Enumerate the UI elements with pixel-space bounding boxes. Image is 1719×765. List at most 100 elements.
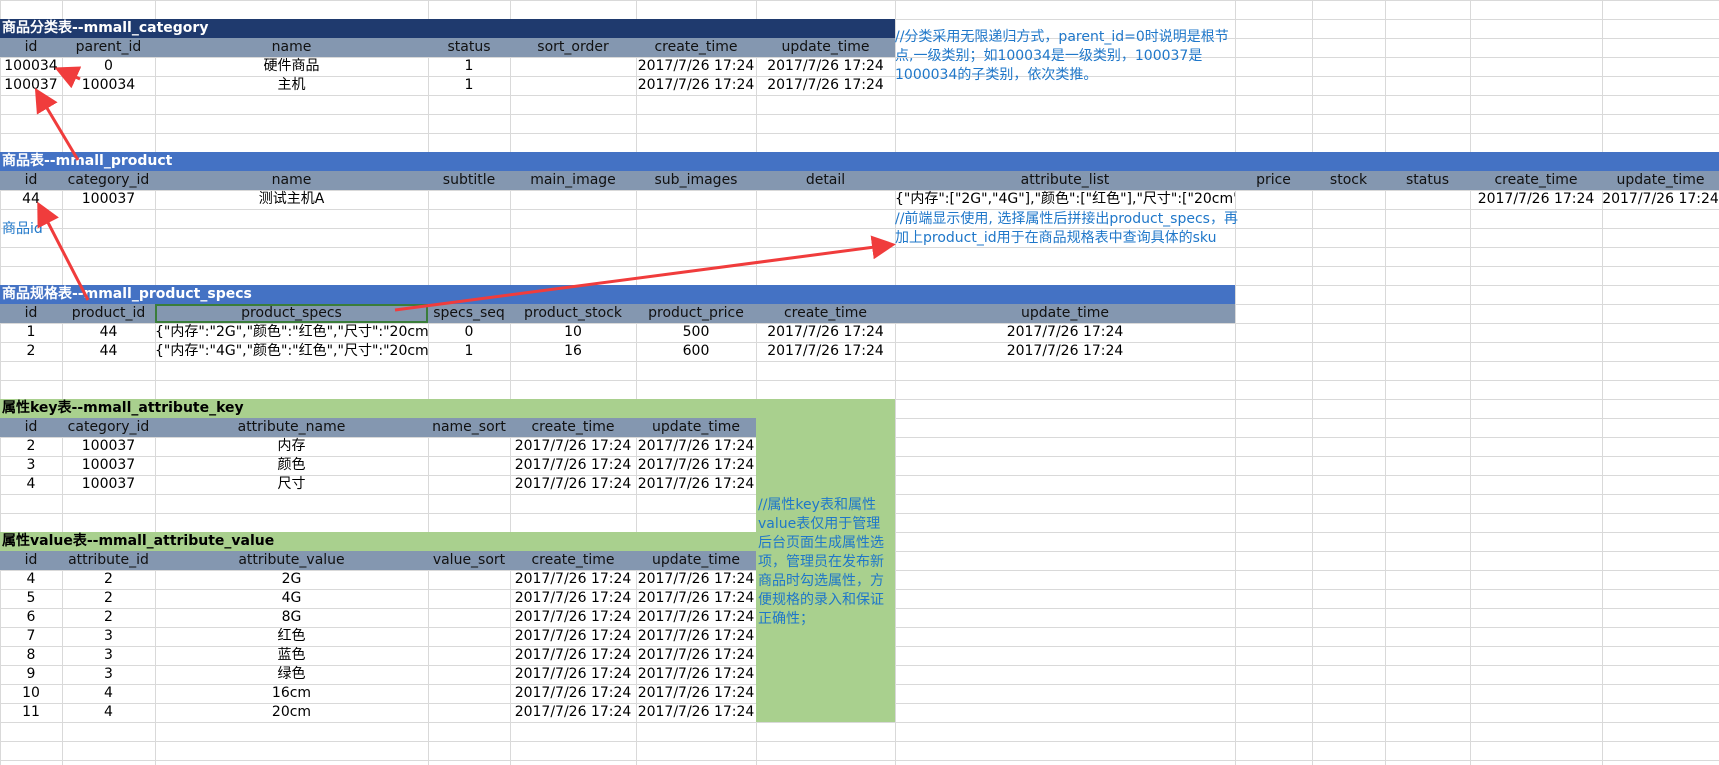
attr_value-cell[interactable] (428, 684, 510, 703)
attr_value-cell[interactable]: 红色 (155, 627, 428, 646)
attr_key-cell[interactable]: 3 (0, 456, 62, 475)
category-cell[interactable]: 硬件商品 (155, 57, 428, 76)
specs-cell[interactable]: 1 (428, 342, 510, 361)
product-cell[interactable] (636, 190, 756, 209)
category-cell[interactable]: 2017/7/26 17:24 (756, 76, 895, 95)
category-cell[interactable]: 1 (428, 57, 510, 76)
attr_value-cell[interactable] (428, 703, 510, 722)
category-cell[interactable]: 100037 (0, 76, 62, 95)
column-header-name[interactable]: name (155, 38, 428, 57)
attr_value-cell[interactable]: 6 (0, 608, 62, 627)
attr_key-cell[interactable]: 颜色 (155, 456, 428, 475)
attr_value-cell[interactable]: 2017/7/26 17:24 (510, 589, 636, 608)
attr_value-cell[interactable]: 16cm (155, 684, 428, 703)
attr_key-cell[interactable]: 100037 (62, 437, 155, 456)
attr_key-cell[interactable]: 尺寸 (155, 475, 428, 494)
attr_key-cell[interactable]: 2017/7/26 17:24 (510, 437, 636, 456)
column-header-attribute_name[interactable]: attribute_name (155, 418, 428, 437)
specs-cell[interactable]: {"内存":"4G","颜色":"红色","尺寸":"20cm"} (155, 342, 428, 361)
attr_value-cell[interactable]: 蓝色 (155, 646, 428, 665)
attr_value-cell[interactable] (428, 646, 510, 665)
product-cell[interactable]: 100037 (62, 190, 155, 209)
attr_key-cell[interactable] (428, 456, 510, 475)
column-header-sort_order[interactable]: sort_order (510, 38, 636, 57)
specs-cell[interactable]: 2017/7/26 17:24 (895, 323, 1235, 342)
specs-cell[interactable]: 2017/7/26 17:24 (895, 342, 1235, 361)
attr_key-cell[interactable]: 2 (0, 437, 62, 456)
attr_key-cell[interactable] (428, 437, 510, 456)
column-header-update_time[interactable]: update_time (895, 304, 1235, 323)
category-cell[interactable]: 2017/7/26 17:24 (756, 57, 895, 76)
attr_key-cell[interactable]: 内存 (155, 437, 428, 456)
column-header-category_id[interactable]: category_id (62, 171, 155, 190)
attr_value-cell[interactable] (428, 589, 510, 608)
specs-cell[interactable]: 2017/7/26 17:24 (756, 342, 895, 361)
product-cell[interactable]: {"内存":["2G","4G"],"颜色":["红色"],"尺寸":["20c… (895, 190, 1235, 209)
column-header-category_id[interactable]: category_id (62, 418, 155, 437)
column-header-update_time[interactable]: update_time (1602, 171, 1719, 190)
column-header-update_time[interactable]: update_time (636, 551, 756, 570)
category-cell[interactable]: 0 (62, 57, 155, 76)
attr_value-cell[interactable]: 4 (62, 684, 155, 703)
attr_value-cell[interactable]: 3 (62, 646, 155, 665)
attr_value-cell[interactable]: 2017/7/26 17:24 (636, 646, 756, 665)
product-cell[interactable] (510, 190, 636, 209)
column-header-id[interactable]: id (0, 418, 62, 437)
attr_key-cell[interactable]: 2017/7/26 17:24 (636, 456, 756, 475)
attr_value-cell[interactable]: 2017/7/26 17:24 (510, 684, 636, 703)
column-header-name[interactable]: name (155, 171, 428, 190)
specs-cell[interactable]: 44 (62, 342, 155, 361)
product-cell[interactable]: 44 (0, 190, 62, 209)
attr_value-cell[interactable] (428, 570, 510, 589)
column-header-detail[interactable]: detail (756, 171, 895, 190)
column-header-attribute_value[interactable]: attribute_value (155, 551, 428, 570)
attr_key-cell[interactable]: 4 (0, 475, 62, 494)
specs-cell[interactable]: 10 (510, 323, 636, 342)
column-header-create_time[interactable]: create_time (636, 38, 756, 57)
attr_value-cell[interactable]: 3 (62, 627, 155, 646)
column-header-price[interactable]: price (1235, 171, 1312, 190)
column-header-id[interactable]: id (0, 304, 62, 323)
attr_value-cell[interactable] (428, 608, 510, 627)
product-cell[interactable] (1385, 190, 1470, 209)
attr_value-cell[interactable]: 2017/7/26 17:24 (510, 703, 636, 722)
column-header-parent_id[interactable]: parent_id (62, 38, 155, 57)
attr_key-cell[interactable] (428, 475, 510, 494)
attr_value-cell[interactable] (428, 665, 510, 684)
column-header-product_stock[interactable]: product_stock (510, 304, 636, 323)
product-cell[interactable]: 测试主机A (155, 190, 428, 209)
category-cell[interactable]: 2017/7/26 17:24 (636, 76, 756, 95)
product-cell[interactable] (428, 190, 510, 209)
column-header-id[interactable]: id (0, 171, 62, 190)
specs-cell[interactable]: {"内存":"2G","颜色":"红色","尺寸":"20cm"} (155, 323, 428, 342)
category-cell[interactable] (510, 76, 636, 95)
attr_value-cell[interactable]: 8 (0, 646, 62, 665)
attr_key-cell[interactable]: 2017/7/26 17:24 (510, 456, 636, 475)
column-header-sub_images[interactable]: sub_images (636, 171, 756, 190)
attr_value-cell[interactable]: 2 (62, 589, 155, 608)
product-cell[interactable] (1312, 190, 1385, 209)
specs-cell[interactable]: 0 (428, 323, 510, 342)
column-header-id[interactable]: id (0, 551, 62, 570)
category-cell[interactable]: 主机 (155, 76, 428, 95)
attr_value-cell[interactable]: 绿色 (155, 665, 428, 684)
category-cell[interactable]: 1 (428, 76, 510, 95)
attr_value-cell[interactable]: 2017/7/26 17:24 (510, 627, 636, 646)
attr_value-cell[interactable]: 2 (62, 570, 155, 589)
attr_value-cell[interactable]: 2017/7/26 17:24 (510, 646, 636, 665)
column-header-stock[interactable]: stock (1312, 171, 1385, 190)
attr_value-cell[interactable]: 11 (0, 703, 62, 722)
column-header-specs_seq[interactable]: specs_seq (428, 304, 510, 323)
attr_value-cell[interactable]: 2017/7/26 17:24 (636, 608, 756, 627)
column-header-create_time[interactable]: create_time (510, 418, 636, 437)
attr_value-cell[interactable]: 7 (0, 627, 62, 646)
column-header-attribute_id[interactable]: attribute_id (62, 551, 155, 570)
attr_value-cell[interactable]: 3 (62, 665, 155, 684)
column-header-create_time[interactable]: create_time (1470, 171, 1602, 190)
attr_value-cell[interactable]: 4 (62, 703, 155, 722)
product-cell[interactable]: 2017/7/26 17:24 (1470, 190, 1602, 209)
category-cell[interactable]: 100034 (62, 76, 155, 95)
column-header-update_time[interactable]: update_time (636, 418, 756, 437)
column-header-update_time[interactable]: update_time (756, 38, 895, 57)
specs-cell[interactable]: 44 (62, 323, 155, 342)
